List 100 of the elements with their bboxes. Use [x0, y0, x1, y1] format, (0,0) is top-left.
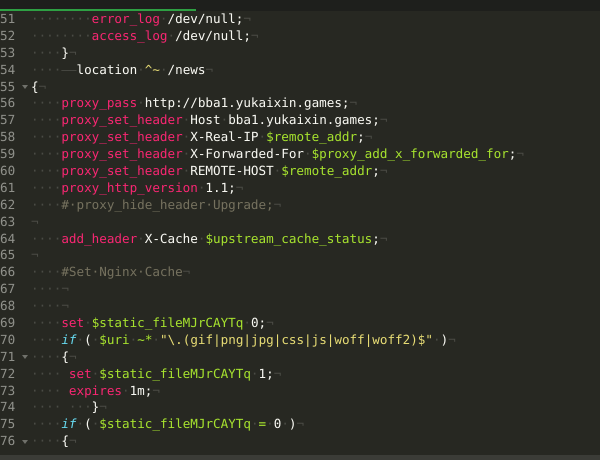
code-keyword: proxy_http_version: [61, 180, 198, 197]
code-text: location: [76, 62, 138, 79]
whitespace-marker: ·: [198, 180, 206, 197]
code-keyword: if: [61, 332, 77, 349]
whitespace-marker: ¬: [68, 348, 77, 366]
code-text: ;: [508, 146, 516, 164]
whitespace-marker: ····: [31, 230, 62, 248]
whitespace-marker: ¬: [68, 433, 77, 450]
whitespace-marker: ·: [182, 163, 190, 180]
line-number: 58: [0, 129, 16, 146]
whitespace-marker: ¬: [296, 416, 304, 434]
whitespace-marker: ¬: [349, 95, 358, 112]
code-variable: $remote_addr: [281, 163, 372, 180]
whitespace-marker: ·: [250, 366, 259, 383]
whitespace-marker: ¬: [274, 366, 282, 383]
line-number: 62: [0, 196, 16, 214]
whitespace-marker: ·: [92, 416, 100, 434]
whitespace-marker: ¬: [182, 264, 190, 282]
code-variable: $proxy_add_x_forwarded_for: [312, 146, 509, 164]
whitespace-marker: ·: [182, 146, 190, 164]
whitespace-marker: ¬: [516, 146, 524, 164]
whitespace-marker: ·: [432, 332, 441, 349]
code-keyword: set: [68, 366, 92, 383]
code-keyword: proxy_set_header: [61, 146, 183, 164]
code-string: ^~: [144, 62, 160, 79]
whitespace-marker: ·: [281, 416, 289, 434]
code-text: {: [61, 348, 69, 366]
whitespace-marker: ¬: [266, 315, 274, 332]
line-number: 65: [0, 247, 16, 264]
line-number: 66: [0, 264, 16, 282]
code-keyword: proxy_set_header: [61, 129, 183, 146]
line-number: 52: [0, 28, 16, 45]
code-text: X-Forwarded-For: [190, 146, 304, 164]
whitespace-marker: ····: [31, 180, 62, 197]
code-text: }: [92, 399, 100, 416]
whitespace-marker: ·: [258, 129, 266, 146]
line-number: 54: [0, 62, 16, 79]
whitespace-marker: ·: [137, 62, 145, 79]
code-variable: $remote_addr: [266, 129, 358, 146]
line-number: 53: [0, 44, 16, 62]
whitespace-marker: ·: [84, 315, 92, 332]
whitespace-marker: ¬: [380, 163, 388, 180]
whitespace-marker: ¬: [31, 247, 39, 264]
code-text: (: [84, 332, 92, 349]
whitespace-marker: ·: [92, 332, 100, 349]
whitespace-marker: ···· ···: [31, 399, 92, 416]
fold-caret-icon[interactable]: [22, 85, 28, 89]
code-text: {: [61, 433, 69, 450]
whitespace-marker: ····: [31, 264, 62, 282]
code-text: (: [84, 416, 92, 434]
line-number: 69: [0, 315, 16, 332]
fold-caret-icon[interactable]: [22, 440, 28, 444]
line-number: 55: [0, 78, 16, 96]
code-text: 1.1;: [205, 180, 236, 197]
whitespace-marker: ····: [31, 382, 62, 400]
whitespace-marker: ·: [76, 332, 84, 349]
line-number: 67: [0, 281, 16, 298]
line-number: 59: [0, 146, 16, 164]
whitespace-marker: ·: [198, 230, 206, 248]
whitespace-marker: ····: [31, 196, 62, 214]
line-number: 61: [0, 180, 16, 197]
code-variable: $uri: [99, 332, 130, 349]
whitespace-marker: ¬: [243, 11, 251, 28]
whitespace-marker: ····: [31, 44, 62, 62]
line-number: 74: [0, 399, 16, 416]
whitespace-marker: ·: [122, 382, 130, 400]
whitespace-marker: ¬: [152, 382, 160, 400]
code-keyword: expires: [68, 382, 122, 400]
whitespace-marker: ····: [31, 95, 62, 112]
whitespace-marker: ····: [31, 129, 62, 146]
whitespace-marker: ········: [31, 11, 92, 28]
line-number: 72: [0, 366, 16, 383]
code-string: "\.(gif|png|jpg|css|js|woff|woff2)$": [160, 332, 433, 349]
code-text: Host: [190, 112, 221, 130]
code-keyword: proxy_pass: [61, 95, 138, 112]
whitespace-marker: ·: [304, 146, 312, 164]
code-text: X-Cache: [144, 230, 198, 248]
whitespace-marker: ·: [130, 332, 138, 349]
code-text: /dev/null;: [168, 11, 244, 28]
code-variable: $static_fileMJrCAYTq: [99, 366, 251, 383]
whitespace-marker: ·: [220, 112, 228, 130]
whitespace-marker: ¬: [38, 78, 46, 96]
code-text: http://bba1.yukaixin.games;: [144, 95, 350, 112]
line-number: 70: [0, 332, 16, 349]
whitespace-marker: ·: [243, 315, 251, 332]
whitespace-marker: ····: [31, 332, 62, 349]
line-number: 76: [0, 433, 16, 450]
fold-caret-icon[interactable]: [22, 355, 28, 360]
line-number: 60: [0, 163, 16, 180]
code-comment: #·proxy_hide_header·Upgrade;: [61, 196, 274, 214]
code-variable: $static_fileMJrCAYTq: [99, 416, 251, 434]
whitespace-marker: ····: [31, 315, 62, 332]
code-variable: =: [258, 416, 266, 434]
code-text: 0: [274, 416, 282, 434]
whitespace-marker: ¬: [99, 399, 107, 416]
whitespace-marker: ¬: [68, 44, 77, 62]
code-text: 1m;: [130, 382, 152, 400]
line-number: 71: [0, 348, 16, 366]
whitespace-marker: ·: [182, 112, 190, 130]
code-keyword: error_log: [92, 11, 160, 28]
